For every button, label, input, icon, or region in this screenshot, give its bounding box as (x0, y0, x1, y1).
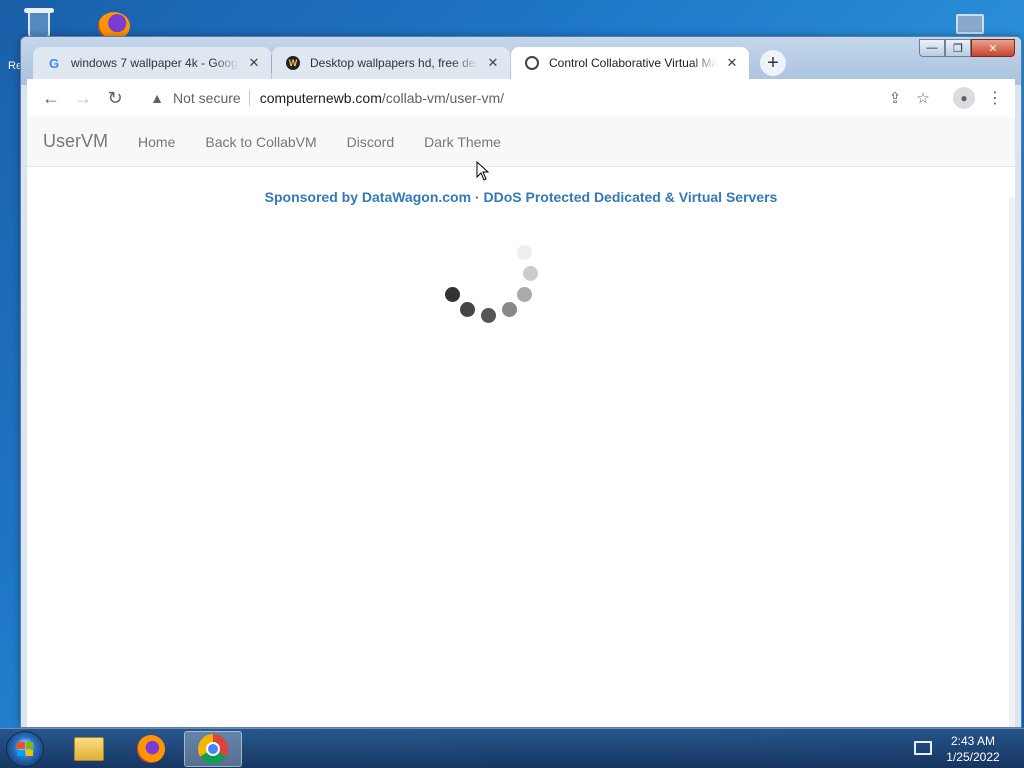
tab-desktop-wallpapers[interactable]: W Desktop wallpapers hd, free desk ✕ (272, 47, 510, 79)
wallpaper-site-icon: W (286, 56, 300, 70)
sponsor-link[interactable]: Sponsored by DataWagon.com · DDoS Protec… (27, 189, 1015, 205)
warning-icon[interactable]: ▲ (149, 90, 165, 106)
tab-strip: G windows 7 wallpaper 4k - Google ✕ W De… (33, 45, 786, 79)
share-icon[interactable]: ⇪ (881, 84, 909, 112)
new-tab-button[interactable]: + (760, 50, 786, 76)
recycle-bin-icon[interactable] (20, 6, 58, 38)
web-page: UserVM Home Back to CollabVM Discord Dar… (27, 117, 1015, 727)
bookmark-star-icon[interactable]: ☆ (909, 84, 937, 112)
folder-icon (74, 737, 104, 761)
window-controls: — ❐ ✕ (919, 39, 1015, 57)
mouse-cursor-icon (476, 161, 490, 181)
taskbar-explorer[interactable] (60, 731, 118, 767)
forward-button[interactable]: → (69, 84, 97, 112)
browser-toolbar: ← → ↻ ▲ Not secure computernewb.com/coll… (27, 79, 1015, 117)
windows-logo-icon (17, 742, 33, 756)
clock-date: 1/25/2022 (946, 750, 1000, 764)
network-tray-icon[interactable] (914, 741, 932, 755)
site-brand[interactable]: UserVM (43, 131, 108, 152)
maximize-button[interactable]: ❐ (945, 39, 971, 57)
firefox-icon (137, 735, 165, 763)
site-navbar: UserVM Home Back to CollabVM Discord Dar… (27, 117, 1015, 167)
tab-collabvm[interactable]: Control Collaborative Virtual Ma ✕ (511, 47, 749, 79)
google-icon: G (48, 55, 60, 71)
url-host: computernewb.com (259, 90, 382, 106)
nav-dark-theme[interactable]: Dark Theme (424, 134, 501, 150)
reload-button[interactable]: ↻ (101, 84, 129, 112)
nav-discord[interactable]: Discord (347, 134, 394, 150)
taskbar-chrome[interactable] (184, 731, 242, 767)
nav-home[interactable]: Home (138, 134, 175, 150)
close-tab-icon[interactable]: ✕ (725, 55, 739, 71)
close-window-button[interactable]: ✕ (971, 39, 1015, 57)
tab-google-search[interactable]: G windows 7 wallpaper 4k - Google ✕ (33, 47, 272, 79)
taskbar-clock[interactable]: 2:43 AM 1/25/2022 (938, 733, 1008, 765)
url-text[interactable]: computernewb.com/collab-vm/user-vm/ (260, 90, 881, 106)
tab-title: Control Collaborative Virtual Ma (549, 56, 717, 70)
page-scrollbar[interactable] (1009, 197, 1015, 727)
close-tab-icon[interactable]: ✕ (247, 55, 261, 71)
browser-menu-icon[interactable]: ⋮ (985, 88, 1005, 108)
profile-avatar-icon[interactable]: ● (953, 87, 975, 109)
url-path: /collab-vm/user-vm/ (381, 90, 505, 106)
collabvm-icon (525, 56, 539, 70)
address-bar[interactable]: ▲ Not secure computernewb.com/collab-vm/… (141, 83, 943, 113)
clock-time: 2:43 AM (950, 734, 996, 748)
start-button[interactable] (6, 731, 44, 767)
not-secure-label[interactable]: Not secure (173, 90, 250, 106)
close-tab-icon[interactable]: ✕ (486, 55, 500, 71)
tab-title: windows 7 wallpaper 4k - Google (71, 56, 239, 70)
nav-back-to-collabvm[interactable]: Back to CollabVM (205, 134, 316, 150)
tab-title: Desktop wallpapers hd, free desk (310, 56, 478, 70)
loading-spinner-icon (437, 243, 547, 353)
browser-window: — ❐ ✕ G windows 7 wallpaper 4k - Google … (20, 36, 1022, 728)
chrome-icon (198, 734, 228, 764)
firefox-desktop-icon[interactable] (94, 4, 138, 40)
back-button[interactable]: ← (37, 84, 65, 112)
taskbar: 2:43 AM 1/25/2022 (0, 728, 1024, 768)
taskbar-firefox[interactable] (122, 731, 180, 767)
minimize-button[interactable]: — (919, 39, 945, 57)
